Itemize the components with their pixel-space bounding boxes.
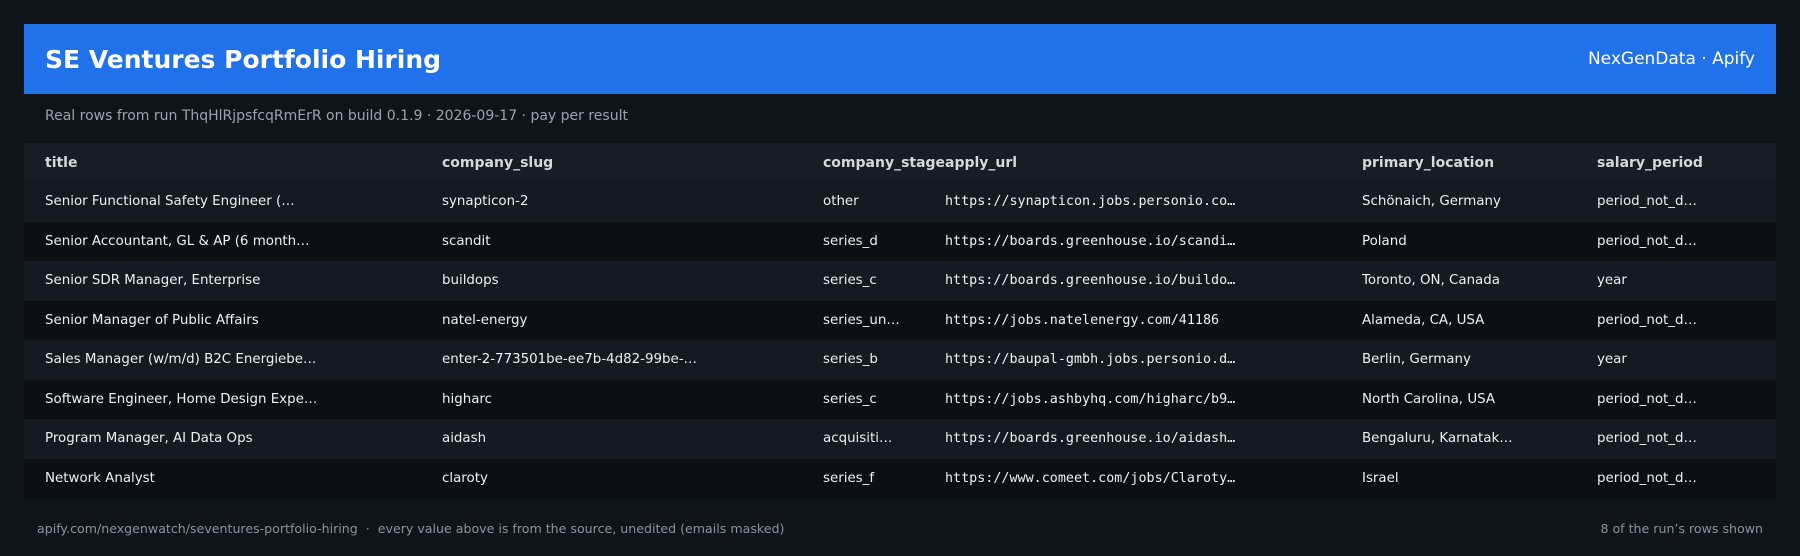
cell-salary-period: period_not_d… [1597, 233, 1697, 249]
cell-apply-url-link[interactable]: https://boards.greenhouse.io/aidash… [945, 419, 1362, 459]
cell-primary-location: Toronto, ON, Canada [1362, 273, 1500, 289]
column-header-primary-location[interactable]: primary_location [1362, 143, 1597, 182]
cell-company-slug: claroty [442, 470, 488, 486]
cell-company-slug: synapticon-2 [442, 194, 529, 210]
cell-salary-period: period_not_d… [1597, 431, 1697, 447]
cell-apply-url-link[interactable]: https://boards.greenhouse.io/scandi… [945, 222, 1362, 262]
cell-apply-url-link[interactable]: https://jobs.natelenergy.com/41186 [945, 301, 1362, 341]
page-header: SE Ventures Portfolio Hiring NexGenData … [24, 24, 1776, 94]
cell-salary-period: period_not_d… [1597, 391, 1697, 407]
cell-company-stage: series_f [823, 470, 875, 486]
cell-apply-url-link[interactable]: https://synapticon.jobs.personio.co… [945, 182, 1362, 222]
results-table: title company_slug company_stage apply_u… [24, 143, 1776, 498]
cell-company-stage: series_c [823, 273, 877, 289]
run-info: Real rows from run ThqHlRjpsfcqRmErR on … [45, 108, 628, 124]
cell-apply-url-link[interactable]: https://baupal-gmbh.jobs.personio.d… [945, 340, 1362, 380]
cell-company-stage: series_d [823, 233, 878, 249]
header-row: title company_slug company_stage apply_u… [24, 143, 1776, 182]
footer-row-count: 8 of the run’s rows shown [1600, 521, 1763, 536]
page-title: SE Ventures Portfolio Hiring [45, 44, 442, 74]
cell-company-slug: natel-energy [442, 312, 528, 328]
cell-primary-location: Alameda, CA, USA [1362, 312, 1485, 328]
cell-company-slug: enter-2-773501be-ee7b-4d82-99be-… [442, 352, 697, 368]
column-header-title[interactable]: title [24, 143, 442, 182]
table-row: Senior Functional Safety Engineer (… syn… [24, 182, 1776, 222]
app-window: SE Ventures Portfolio Hiring NexGenData … [0, 0, 1800, 556]
cell-company-stage: series_c [823, 391, 877, 407]
cell-apply-url-link[interactable]: https://jobs.ashbyhq.com/higharc/b9… [945, 380, 1362, 420]
cell-apply-url-link[interactable]: https://www.comeet.com/jobs/Claroty… [945, 459, 1362, 499]
cell-title: Senior Functional Safety Engineer (… [45, 194, 295, 210]
cell-primary-location: Berlin, Germany [1362, 352, 1471, 368]
table-row: Senior Manager of Public Affairs natel-e… [24, 300, 1776, 341]
cell-salary-period: year [1597, 273, 1627, 289]
cell-company-stage: series_b [823, 352, 878, 368]
cell-company-slug: higharc [442, 391, 492, 407]
cell-company-stage: acquisiti… [823, 431, 893, 447]
cell-title: Senior SDR Manager, Enterprise [45, 273, 261, 289]
table-body: Senior Functional Safety Engineer (… syn… [24, 182, 1776, 498]
column-header-salary-period[interactable]: salary_period [1597, 143, 1776, 182]
cell-salary-period: period_not_d… [1597, 312, 1697, 328]
cell-title: Sales Manager (w/m/d) B2C Energiebe… [45, 352, 317, 368]
cell-title: Program Manager, AI Data Ops [45, 431, 253, 447]
cell-primary-location: Bengaluru, Karnatak… [1362, 431, 1513, 447]
cell-primary-location: Israel [1362, 470, 1399, 486]
cell-salary-period: period_not_d… [1597, 194, 1697, 210]
table-row: Network Analyst claroty series_f https:/… [24, 458, 1776, 499]
column-header-company-slug[interactable]: company_slug [442, 143, 823, 182]
cell-primary-location: North Carolina, USA [1362, 391, 1496, 407]
cell-company-stage: other [823, 194, 859, 210]
cell-primary-location: Schönaich, Germany [1362, 194, 1501, 210]
cell-company-stage: series_un… [823, 312, 900, 328]
cell-primary-location: Poland [1362, 233, 1407, 249]
column-header-company-stage[interactable]: company_stage [823, 143, 945, 182]
cell-company-slug: buildops [442, 273, 499, 289]
cell-salary-period: period_not_d… [1597, 470, 1697, 486]
brand-label: NexGenData · Apify [1587, 49, 1755, 69]
table-row: Senior Accountant, GL & AP (6 month… sca… [24, 221, 1776, 262]
table-row: Senior SDR Manager, Enterprise buildops … [24, 261, 1776, 301]
cell-title: Senior Accountant, GL & AP (6 month… [45, 233, 310, 249]
cell-title: Network Analyst [45, 470, 155, 486]
cell-salary-period: year [1597, 352, 1627, 368]
column-header-apply-url[interactable]: apply_url [945, 143, 1362, 182]
cell-company-slug: scandit [442, 233, 491, 249]
cell-apply-url-link[interactable]: https://boards.greenhouse.io/buildo… [945, 261, 1362, 301]
table-header: title company_slug company_stage apply_u… [24, 143, 1776, 182]
cell-company-slug: aidash [442, 431, 487, 447]
table-row: Sales Manager (w/m/d) B2C Energiebe… ent… [24, 340, 1776, 380]
table-row: Program Manager, AI Data Ops aidash acqu… [24, 419, 1776, 459]
cell-title: Software Engineer, Home Design Expe… [45, 391, 318, 407]
page-footer: apify.com/nexgenwatch/seventures-portfol… [37, 521, 1763, 536]
table-row: Software Engineer, Home Design Expe… hig… [24, 379, 1776, 420]
cell-title: Senior Manager of Public Affairs [45, 312, 259, 328]
footer-source-link[interactable]: apify.com/nexgenwatch/seventures-portfol… [37, 521, 784, 536]
